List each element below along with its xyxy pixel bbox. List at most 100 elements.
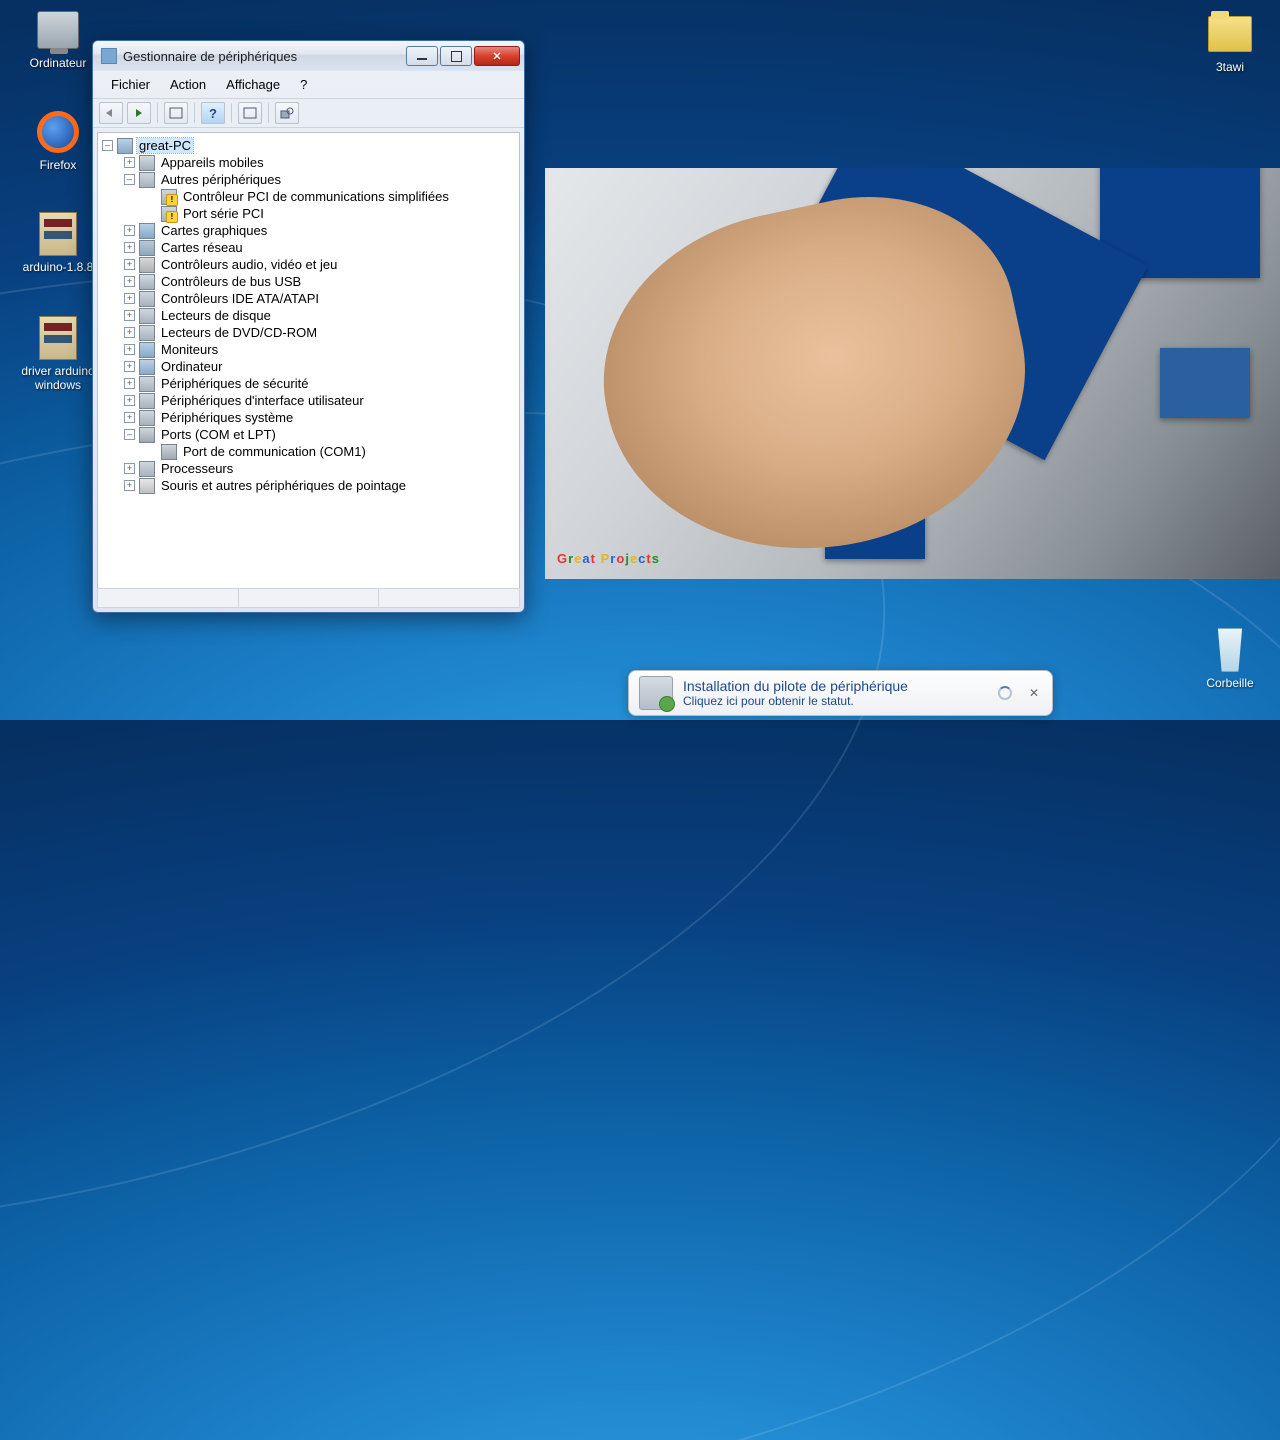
toolbar-show-hidden-button[interactable] [164, 102, 188, 124]
tree-node-label: Lecteurs de disque [159, 308, 273, 323]
menu-affichage[interactable]: Affichage [216, 75, 290, 94]
expand-icon[interactable]: + [124, 480, 135, 491]
tree-node[interactable]: + Périphériques de sécurité [98, 375, 519, 392]
archive-icon [39, 316, 77, 360]
collapse-icon[interactable]: – [124, 174, 135, 185]
tree-node-label: Périphériques d'interface utilisateur [159, 393, 366, 408]
expand-icon[interactable]: + [124, 310, 135, 321]
tree-spacer [146, 191, 157, 202]
device-tree[interactable]: –great-PC + Appareils mobiles–Autres périp… [97, 132, 520, 590]
window-title: Gestionnaire de périphériques [123, 49, 404, 64]
toolbar-help-button[interactable]: ? [201, 102, 225, 124]
expand-icon[interactable]: + [124, 378, 135, 389]
device-icon [139, 359, 155, 375]
tree-node-label: Contrôleurs IDE ATA/ATAPI [159, 291, 321, 306]
expand-icon[interactable]: + [124, 463, 135, 474]
driver-install-balloon[interactable]: Installation du pilote de périphérique C… [628, 670, 1053, 716]
tree-node[interactable]: + Appareils mobiles [98, 154, 519, 171]
computer-icon [37, 11, 79, 49]
device-icon [139, 376, 155, 392]
device-icon [139, 291, 155, 307]
toolbar-separator [268, 103, 269, 123]
tree-node[interactable]: + Contrôleurs IDE ATA/ATAPI [98, 290, 519, 307]
tree-node-label: Port de communication (COM1) [181, 444, 368, 459]
tree-node[interactable]: + Contrôleurs de bus USB [98, 273, 519, 290]
toolbar-separator [157, 103, 158, 123]
tree-node[interactable]: –Autres périphériques [98, 171, 519, 188]
tree-node[interactable]: + Périphériques d'interface utilisateur [98, 392, 519, 409]
expand-icon[interactable]: + [124, 293, 135, 304]
toolbar: ? [93, 98, 524, 128]
tree-node[interactable]: +Cartes réseau [98, 239, 519, 256]
tree-node-label: Processeurs [159, 461, 235, 476]
minimize-button[interactable] [406, 46, 438, 66]
tree-node[interactable]: +Contrôleurs audio, vidéo et jeu [98, 256, 519, 273]
expand-icon[interactable]: + [124, 242, 135, 253]
window-icon [101, 48, 117, 64]
tree-node[interactable]: +Lecteurs de DVD/CD-ROM [98, 324, 519, 341]
maximize-button[interactable] [440, 46, 472, 66]
titlebar[interactable]: Gestionnaire de périphériques [93, 41, 524, 71]
menu-action[interactable]: Action [160, 75, 216, 94]
tree-node-label: Ordinateur [159, 359, 224, 374]
toolbar-separator [231, 103, 232, 123]
tree-node[interactable]: Port série PCI [98, 205, 519, 222]
desktop-icon-driver[interactable]: driver arduino windows [12, 314, 104, 392]
device-manager-window: Gestionnaire de périphériques Fichier Ac… [92, 40, 525, 613]
tree-spacer [146, 208, 157, 219]
tree-node[interactable]: –great-PC [98, 137, 519, 154]
tree-node[interactable]: +Cartes graphiques [98, 222, 519, 239]
balloon-close-button[interactable]: ✕ [1026, 685, 1042, 701]
expand-icon[interactable]: + [124, 412, 135, 423]
tree-node[interactable]: + Processeurs [98, 460, 519, 477]
expand-icon[interactable]: + [124, 344, 135, 355]
collapse-icon[interactable]: – [124, 429, 135, 440]
menu-help[interactable]: ? [290, 75, 317, 94]
toolbar-forward-button[interactable] [127, 102, 151, 124]
expand-icon[interactable]: + [124, 225, 135, 236]
tree-node-label: Périphériques système [159, 410, 295, 425]
expand-icon[interactable]: + [124, 327, 135, 338]
statusbar [97, 588, 520, 608]
desktop-icon-firefox[interactable]: Firefox [18, 108, 98, 172]
expand-icon[interactable]: + [124, 259, 135, 270]
tree-node[interactable]: Contrôleur PCI de communications simplif… [98, 188, 519, 205]
tree-node[interactable]: Port de communication (COM1) [98, 443, 519, 460]
tree-node-label: Périphériques de sécurité [159, 376, 310, 391]
expand-icon[interactable]: + [124, 395, 135, 406]
tree-node[interactable]: + Périphériques système [98, 409, 519, 426]
device-icon [139, 155, 155, 171]
desktop-icon-computer[interactable]: Ordinateur [18, 6, 98, 70]
expand-icon[interactable]: + [124, 361, 135, 372]
desktop-icon-label: driver arduino windows [12, 364, 104, 392]
tree-node[interactable]: + Ordinateur [98, 358, 519, 375]
tree-node-label: Appareils mobiles [159, 155, 266, 170]
expand-icon[interactable]: + [124, 276, 135, 287]
desktop-icon-recycle-bin[interactable]: Corbeille [1190, 626, 1270, 690]
desktop-icon-arduino[interactable]: arduino-1.8.8 [12, 210, 104, 274]
tree-node[interactable]: +Souris et autres périphériques de point… [98, 477, 519, 494]
collapse-icon[interactable]: – [102, 140, 113, 151]
tree-node-label: Contrôleurs de bus USB [159, 274, 303, 289]
archive-icon [39, 212, 77, 256]
tree-node[interactable]: +Moniteurs [98, 341, 519, 358]
device-icon [139, 342, 155, 358]
device-install-icon [639, 676, 673, 710]
device-icon [139, 240, 155, 256]
close-button[interactable] [474, 46, 520, 66]
device-icon [161, 189, 177, 205]
video-overlay: Great Projects [545, 168, 1280, 579]
tree-node-label: Port série PCI [181, 206, 266, 221]
menu-fichier[interactable]: Fichier [101, 75, 160, 94]
toolbar-properties-button[interactable] [238, 102, 262, 124]
menubar: Fichier Action Affichage ? [93, 71, 524, 98]
toolbar-back-button[interactable] [99, 102, 123, 124]
toolbar-scan-button[interactable] [275, 102, 299, 124]
tree-node[interactable]: – Ports (COM et LPT) [98, 426, 519, 443]
device-icon [139, 427, 155, 443]
tree-node[interactable]: + Lecteurs de disque [98, 307, 519, 324]
expand-icon[interactable]: + [124, 157, 135, 168]
desktop-icon-folder-3tawi[interactable]: 3tawi [1190, 10, 1270, 74]
device-icon [139, 223, 155, 239]
tree-node-label: Ports (COM et LPT) [159, 427, 278, 442]
